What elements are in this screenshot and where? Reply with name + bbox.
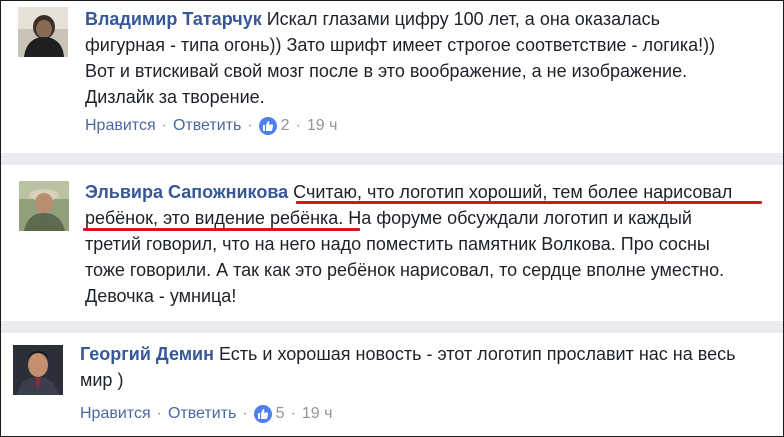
comment-1-like-link[interactable]: Нравится: [85, 117, 156, 135]
comment-2: Эльвира Сапожникова Считаю, что логотип …: [1, 165, 783, 321]
dot-separator: ·: [295, 117, 301, 134]
user-avatar-icon: [18, 7, 68, 57]
dot-separator: ·: [290, 405, 296, 422]
comment-2-line-3: третий говорил, что на него надо помести…: [85, 234, 710, 254]
user-avatar-icon: [19, 181, 69, 231]
comment-1-reply-link[interactable]: Ответить: [173, 117, 241, 135]
comment-1-line-2: фигурная - типа огонь)) Зато шрифт имеет…: [85, 35, 716, 55]
dot-separator: ·: [247, 117, 253, 134]
comment-2-text-1: Считаю, что логотип хороший, тем более н…: [288, 182, 733, 202]
comment-1-author[interactable]: Владимир Татарчук: [85, 9, 262, 29]
dot-separator: ·: [156, 405, 162, 422]
comment-2-author[interactable]: Эльвира Сапожникова: [85, 182, 288, 202]
like-thumb-icon[interactable]: [258, 117, 277, 135]
comment-3-like-link[interactable]: Нравится: [80, 405, 151, 423]
comment-3-body: Георгий Демин Есть и хорошая новость - э…: [80, 341, 736, 393]
comment-1-time[interactable]: 19 ч: [307, 117, 338, 135]
comment-1-line-1: Владимир Татарчук Искал глазами цифру 10…: [85, 6, 715, 32]
dot-separator: ·: [161, 117, 167, 134]
comment-2-body: Эльвира Сапожникова Считаю, что логотип …: [85, 179, 732, 309]
comment-1-line-4: Дизлайк за творение.: [85, 87, 265, 107]
highlight-underline: [83, 228, 360, 231]
comment-3-text-1: Есть и хорошая новость - этот логотип пр…: [214, 344, 736, 364]
comment-3-actions: Нравится · Ответить · 5 · 19 ч: [80, 405, 332, 423]
comments-screenshot: Владимир Татарчук Искал глазами цифру 10…: [0, 0, 784, 437]
comment-divider: [1, 153, 783, 165]
avatar-vladimir[interactable]: [18, 7, 68, 57]
comment-divider: [1, 321, 783, 333]
comment-3-author[interactable]: Георгий Демин: [80, 344, 214, 364]
comment-3: Георгий Демин Есть и хорошая новость - э…: [1, 333, 783, 436]
avatar-georgy[interactable]: [13, 345, 63, 395]
highlight-underline: [296, 201, 762, 204]
comment-3-line-1: Георгий Демин Есть и хорошая новость - э…: [80, 341, 736, 367]
comment-3-time[interactable]: 19 ч: [302, 405, 333, 423]
comment-2-line-5: Девочка - умница!: [85, 286, 237, 306]
avatar-elvira[interactable]: [19, 181, 69, 231]
comment-1: Владимир Татарчук Искал глазами цифру 10…: [1, 1, 783, 153]
comment-3-reply-link[interactable]: Ответить: [168, 405, 236, 423]
comment-2-line-4: тоже говорили. А так как это ребёнок нар…: [85, 260, 725, 280]
comment-3-reaction-count[interactable]: 5: [276, 405, 285, 423]
comment-1-text-1: Искал глазами цифру 100 лет, а она оказа…: [261, 9, 661, 29]
like-thumb-icon[interactable]: [253, 405, 272, 423]
comment-1-reaction-count[interactable]: 2: [281, 117, 290, 135]
comment-1-line-3: Вот и втискивай свой мозг после в это во…: [85, 61, 688, 81]
comment-1-actions: Нравится · Ответить · 2 · 19 ч: [85, 117, 337, 135]
dot-separator: ·: [242, 405, 248, 422]
comment-3-line-2: мир ): [80, 370, 124, 390]
comment-1-body: Владимир Татарчук Искал глазами цифру 10…: [85, 6, 715, 110]
user-avatar-icon: [13, 345, 63, 395]
